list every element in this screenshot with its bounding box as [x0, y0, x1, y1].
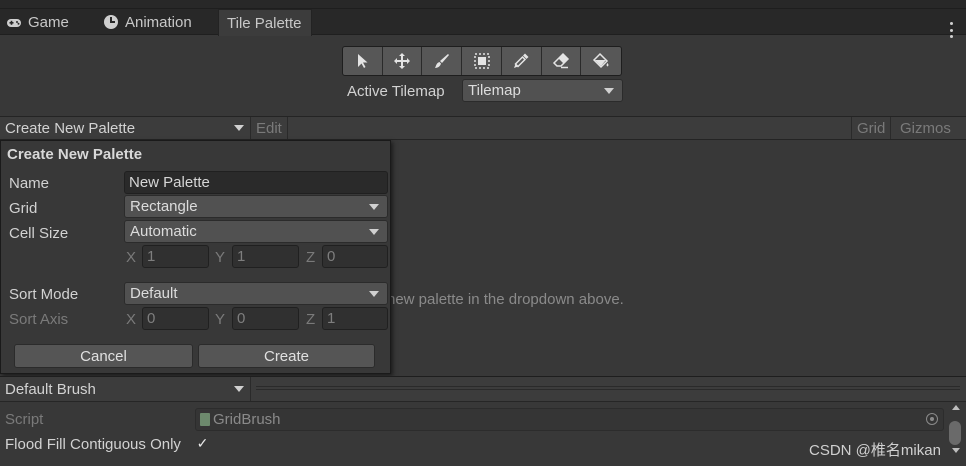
- cell-z-value: 0: [327, 248, 336, 265]
- object-picker-icon[interactable]: [926, 413, 938, 425]
- script-field-value: GridBrush: [213, 411, 281, 428]
- tab-animation-label: Animation: [125, 13, 192, 31]
- cancel-button[interactable]: Cancel: [14, 344, 193, 368]
- sort-mode-dropdown[interactable]: Default: [124, 282, 388, 305]
- create-button[interactable]: Create: [198, 344, 375, 368]
- kebab-menu-icon[interactable]: [948, 22, 954, 38]
- name-input[interactable]: New Palette: [124, 171, 388, 194]
- chevron-down-icon: [369, 203, 379, 210]
- fill-bucket-icon[interactable]: [581, 47, 621, 75]
- script-file-icon: [200, 413, 210, 426]
- script-label: Script: [5, 411, 44, 428]
- gamepad-icon: [6, 16, 22, 28]
- clock-icon: [103, 15, 119, 29]
- brush-dropdown[interactable]: Default Brush: [0, 377, 251, 401]
- popup-title: Create New Palette: [7, 146, 143, 163]
- paint-brush-icon[interactable]: [422, 47, 463, 75]
- axis-z-field[interactable]: 1: [322, 307, 388, 330]
- sort-axis-label: Sort Axis: [9, 311, 69, 328]
- gizmos-toggle[interactable]: Gizmos: [895, 117, 956, 139]
- brush-bar: Default Brush: [0, 376, 966, 402]
- tab-bar: Game Animation Tile Palette: [0, 9, 966, 38]
- palette-bar: Create New Palette Edit Grid Gizmos: [0, 116, 966, 140]
- tab-tile-palette-label: Tile Palette: [227, 14, 302, 32]
- active-tilemap-label: Active Tilemap: [347, 83, 445, 100]
- cell-z-field[interactable]: 0: [322, 245, 388, 268]
- script-field[interactable]: GridBrush: [195, 408, 944, 431]
- palette-dropdown[interactable]: Create New Palette: [0, 117, 251, 139]
- axis-y-value: 0: [237, 310, 246, 327]
- chevron-down-icon: [234, 386, 244, 392]
- sort-mode-label: Sort Mode: [9, 286, 79, 303]
- axis-x-field[interactable]: 0: [142, 307, 209, 330]
- edit-button[interactable]: Edit: [251, 117, 288, 139]
- cell-x-value: 1: [147, 248, 156, 265]
- eraser-icon[interactable]: [542, 47, 582, 75]
- tab-game[interactable]: Game: [0, 9, 75, 35]
- gizmos-label: Gizmos: [900, 119, 951, 137]
- axis-z-value: 1: [327, 310, 336, 327]
- axis-y-label: Y: [215, 311, 226, 328]
- box-fill-icon[interactable]: [462, 47, 502, 75]
- flood-fill-checkbox[interactable]: ✓: [195, 435, 210, 451]
- palette-dropdown-label: Create New Palette: [5, 119, 136, 137]
- select-tool-icon[interactable]: [343, 47, 383, 75]
- grid-toggle[interactable]: Grid: [851, 117, 892, 139]
- cell-size-value: Automatic: [130, 223, 197, 240]
- scroll-down-icon[interactable]: [952, 448, 960, 453]
- name-label: Name: [9, 175, 50, 192]
- active-tilemap-dropdown[interactable]: Tilemap: [462, 79, 623, 102]
- axis-z-label: Z: [306, 311, 316, 328]
- tab-game-label: Game: [28, 13, 69, 31]
- cell-y-value: 1: [237, 248, 246, 265]
- grid-dropdown-value: Rectangle: [130, 198, 198, 215]
- tab-tile-palette[interactable]: Tile Palette: [218, 9, 313, 36]
- cell-size-dropdown[interactable]: Automatic: [124, 220, 388, 243]
- grid-label: Grid: [9, 200, 38, 217]
- axis-y-field[interactable]: 0: [232, 307, 299, 330]
- empty-palette-hint: new palette in the dropdown above.: [387, 291, 624, 308]
- active-tilemap-value: Tilemap: [468, 82, 521, 99]
- tile-tools-toolbar: [342, 46, 622, 76]
- flood-fill-label: Flood Fill Contiguous Only: [5, 436, 181, 453]
- cell-x-field[interactable]: 1: [142, 245, 209, 268]
- cell-x-label: X: [126, 249, 137, 266]
- create-palette-popup: Create New Palette Name New Palette Grid…: [0, 140, 391, 374]
- vertical-scrollbar[interactable]: [948, 405, 962, 461]
- splitter-handle[interactable]: [256, 386, 960, 390]
- chevron-down-icon: [369, 228, 379, 235]
- chevron-down-icon: [234, 125, 244, 131]
- chevron-down-icon: [369, 290, 379, 297]
- grid-dropdown[interactable]: Rectangle: [124, 195, 388, 218]
- scrollbar-thumb[interactable]: [949, 421, 961, 445]
- name-input-value: New Palette: [129, 174, 210, 191]
- sort-mode-value: Default: [130, 285, 178, 302]
- cell-size-label: Cell Size: [9, 225, 69, 242]
- window-top-strip: [0, 0, 966, 9]
- brush-dropdown-label: Default Brush: [5, 380, 96, 398]
- chevron-down-icon: [604, 87, 614, 94]
- tab-animation[interactable]: Animation: [97, 9, 198, 35]
- scroll-up-icon[interactable]: [952, 405, 960, 410]
- grid-label: Grid: [857, 119, 886, 137]
- axis-x-label: X: [126, 311, 137, 328]
- cell-z-label: Z: [306, 249, 316, 266]
- cell-y-field[interactable]: 1: [232, 245, 299, 268]
- cell-y-label: Y: [215, 249, 226, 266]
- axis-x-value: 0: [147, 310, 156, 327]
- move-tool-icon[interactable]: [383, 47, 423, 75]
- edit-label: Edit: [256, 119, 282, 137]
- picker-icon[interactable]: [502, 47, 542, 75]
- watermark-text: CSDN @椎名mikan: [809, 442, 941, 459]
